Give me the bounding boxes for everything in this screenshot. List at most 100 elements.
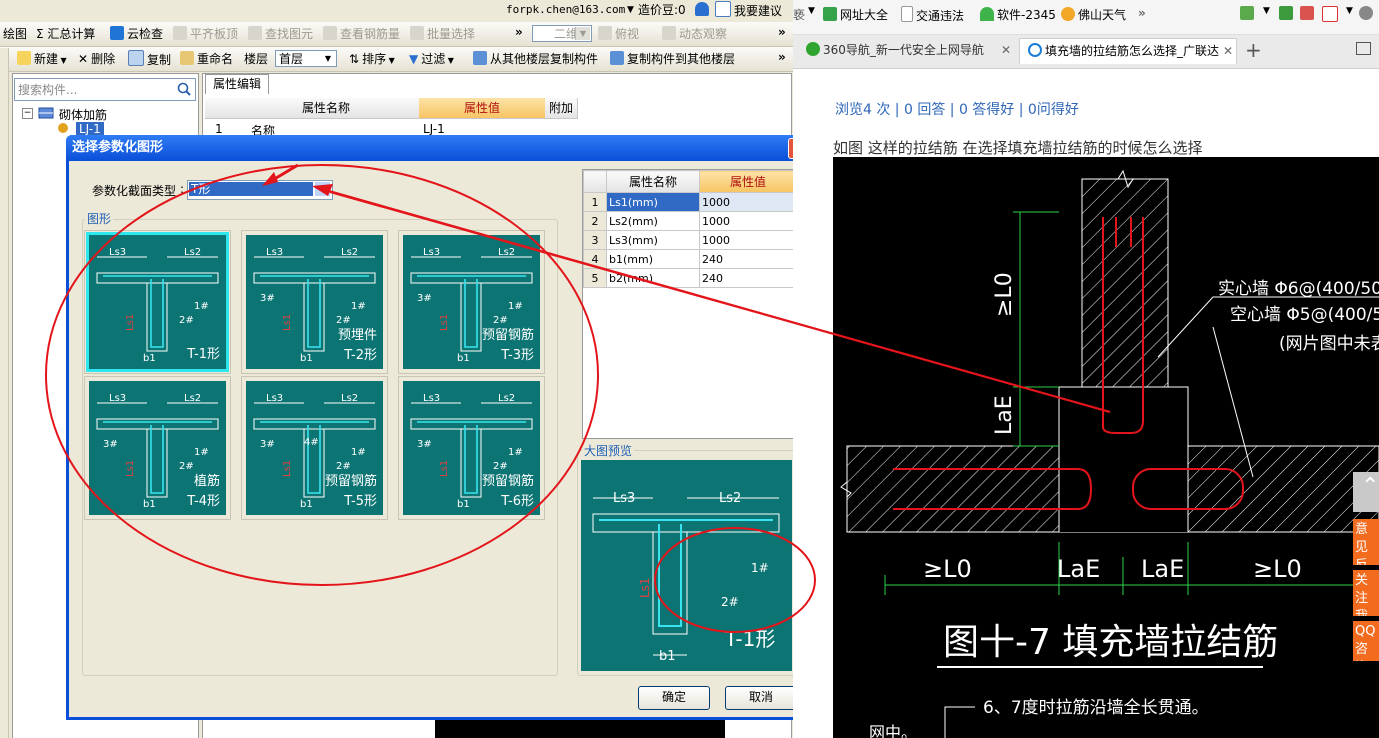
draw-button[interactable]: 绘图 — [3, 25, 27, 43]
suggest-button[interactable]: 我要建议 — [715, 1, 782, 19]
account-email[interactable]: forpk.chen@163.com — [506, 1, 625, 19]
bookmark-1[interactable]: 交通违法 — [901, 6, 964, 24]
gear-icon — [58, 123, 68, 133]
cloud-check-button[interactable]: 云检查 — [110, 25, 163, 43]
dynamic-view-button[interactable]: 动态观察 — [662, 25, 727, 43]
dim-l0-right: ≥L0 — [1253, 555, 1302, 583]
params-table: 属性名称 属性值 1 Ls1(mm) 1000 2 Ls2(mm) 1000 3 Ls3(mm… — [583, 170, 797, 288]
section-type-select[interactable]: T形 ▼ — [187, 180, 333, 200]
overflow-chevron-icon-3[interactable]: » — [778, 48, 786, 66]
params-row[interactable]: 4 b1(mm) 240 — [583, 249, 797, 269]
top-view-button[interactable]: 俯视 — [598, 25, 639, 43]
pdf-icon[interactable] — [1322, 6, 1341, 23]
tab-question[interactable]: 填充墙的拉结筋怎么选择_广联达 ✕ — [1019, 38, 1237, 64]
shape-tile-2[interactable]: Ls3 Ls2 b1 2# 1# Ls1 3# T-2形 预埋件 — [241, 230, 388, 374]
bookmark-2[interactable]: 软件-2345 — [980, 6, 1056, 23]
back-to-top-button[interactable]: ⌃ — [1353, 472, 1379, 512]
tree-root-label[interactable]: 砌体加筋 — [59, 106, 107, 123]
svg-text:1#: 1# — [508, 301, 523, 312]
tab-list-icon[interactable] — [1356, 42, 1371, 55]
overflow-chevron-icon-2[interactable]: » — [778, 23, 786, 41]
view-mode-select[interactable]: 二维 ▼ — [532, 25, 592, 42]
shape-tile-4[interactable]: Ls3 Ls2 b1 2# 1# Ls1 3# T-4形 植筋 — [84, 376, 231, 520]
params-row-value[interactable]: 240 — [699, 268, 797, 288]
new-tab-plus-icon[interactable]: + — [1245, 38, 1262, 62]
params-row[interactable]: 2 Ls2(mm) 1000 — [583, 211, 797, 231]
left-collapse-bar[interactable] — [0, 48, 9, 738]
params-col-value: 属性值 — [699, 170, 797, 193]
preview-image: Ls3 Ls2 b1 1# 2# Ls1 T-1形 — [581, 460, 792, 671]
view-rebar-button[interactable]: 查看钢筋量 — [323, 25, 400, 43]
tab-360-nav[interactable]: 360导航_新一代安全上网导航 ✕ — [798, 38, 1016, 64]
shape-tile-1[interactable]: Ls3 Ls2 b1 2# 1# Ls1 T-1形 — [84, 230, 231, 374]
bell-icon[interactable] — [695, 1, 712, 19]
dim-lae-vertical: LaE — [992, 395, 1017, 435]
select-parametric-shape-dialog: 选择参数化图形 ✕ 参数化截面类型 : T形 ▼ 图形 Ls3Ls2b12#1#… — [66, 135, 813, 720]
shape-tile-5[interactable]: Ls3 Ls2 b1 2# 1# Ls1 3# 4# T-5形 预留钢筋 — [241, 376, 388, 520]
tab-property-edit[interactable]: 属性编辑 — [205, 74, 269, 94]
shape-name: T-2形 — [344, 348, 377, 363]
sort-button[interactable]: ⇅ 排序 ▼ — [349, 50, 395, 68]
params-row[interactable]: 1 Ls1(mm) 1000 — [583, 192, 797, 212]
search-icon[interactable] — [177, 82, 191, 96]
copy-from-floor-button[interactable]: 从其他楼层复制构件 — [473, 50, 598, 68]
tree-item-lj1[interactable]: LJ-1 — [76, 122, 104, 136]
feedback-button[interactable]: 意见反馈 — [1353, 519, 1379, 565]
shape-tile-3[interactable]: Ls3 Ls2 b1 2# 1# Ls1 3# T-3形 预留钢筋 — [398, 230, 545, 374]
params-row-value[interactable]: 1000 — [699, 211, 797, 231]
tool-icon-b[interactable] — [1300, 6, 1317, 21]
sort-icon: ⇅ — [349, 52, 360, 66]
row-value[interactable]: LJ-1 — [423, 122, 445, 136]
bookmark-0[interactable]: 网址大全 — [823, 6, 888, 23]
sum-calc-button[interactable]: Σ 汇总计算 — [36, 25, 95, 43]
tab-360-title: 360导航_新一代安全上网导航 — [823, 43, 984, 57]
close-icon[interactable]: ✕ — [1001, 38, 1011, 62]
globe-icon — [823, 7, 837, 21]
copy-button[interactable]: 复制 — [128, 50, 171, 68]
row-index: 1 — [215, 122, 223, 136]
shapes-group-label: 图形 — [85, 210, 114, 227]
find-element-button[interactable]: 查找图元 — [248, 25, 313, 43]
params-row[interactable]: 3 Ls3(mm) 1000 — [583, 230, 797, 250]
batch-select-button[interactable]: 批量选择 — [410, 25, 475, 43]
qq-label: QQ咨询 — [1355, 624, 1376, 661]
tree-collapse-toggle[interactable]: − — [22, 108, 33, 119]
copy-to-icon — [610, 51, 624, 65]
svg-text:2#: 2# — [179, 315, 194, 326]
shape-tile-6[interactable]: Ls3 Ls2 b1 2# 1# Ls1 3# T-6形 预留钢筋 — [398, 376, 545, 520]
suggest-label: 我要建议 — [734, 4, 783, 18]
params-row-value[interactable]: 1000 — [699, 230, 797, 250]
bookmark-3[interactable]: 佛山天气 — [1061, 6, 1126, 23]
overflow-chevron-icon[interactable]: » — [515, 23, 523, 41]
apps-icon[interactable] — [1240, 6, 1257, 21]
chevron-down-icon: ▼ — [321, 52, 335, 65]
delete-button[interactable]: ✕ 删除 — [78, 50, 115, 68]
ok-button[interactable]: 确定 — [638, 686, 710, 710]
cancel-button[interactable]: 取消 — [725, 686, 797, 710]
dialog-title: 选择参数化图形 — [72, 140, 164, 155]
tool-icon-a[interactable] — [1279, 6, 1296, 21]
settings-icon[interactable] — [1359, 6, 1376, 21]
floor-select[interactable]: 首层 ▼ — [275, 50, 337, 67]
align-icon — [173, 26, 187, 40]
qq-consult-button[interactable]: QQ咨询 — [1353, 621, 1379, 661]
chevron-down-icon[interactable]: ▼ — [1346, 6, 1353, 16]
search-field[interactable]: 搜索构件... — [14, 78, 196, 101]
params-row-value[interactable]: 1000 — [699, 192, 797, 212]
chevron-down-icon[interactable]: ▼ — [808, 6, 815, 16]
rename-button[interactable]: 重命名 — [180, 50, 233, 68]
follow-us-button[interactable]: 关注我们 — [1353, 570, 1379, 616]
chevron-down-icon[interactable]: ▼ — [1263, 6, 1270, 16]
align-top-button[interactable]: 平齐板顶 — [173, 25, 238, 43]
close-icon[interactable]: ✕ — [1223, 39, 1233, 63]
shape-note: 预留钢筋 — [481, 328, 534, 343]
filter-button[interactable]: ▼ 过滤 ▼ — [409, 50, 454, 68]
new-button[interactable]: 新建 ▼ — [17, 50, 67, 68]
chevron-down-icon[interactable]: ▼ — [627, 1, 634, 19]
component-toolbar: 新建 ▼ ✕ 删除 复制 重命名 楼层 首层 ▼ ⇅ 排序 ▼ ▼ 过滤 ▼ 从其他楼层… — [0, 47, 793, 72]
params-row[interactable]: 5 b2(mm) 240 — [583, 268, 797, 288]
copy-to-floor-button[interactable]: 复制构件到其他楼层 — [610, 50, 735, 68]
view-mode-value: 二维 — [554, 27, 579, 41]
params-row-value[interactable]: 240 — [699, 249, 797, 269]
more-bookmarks-icon[interactable]: » — [1138, 6, 1146, 20]
